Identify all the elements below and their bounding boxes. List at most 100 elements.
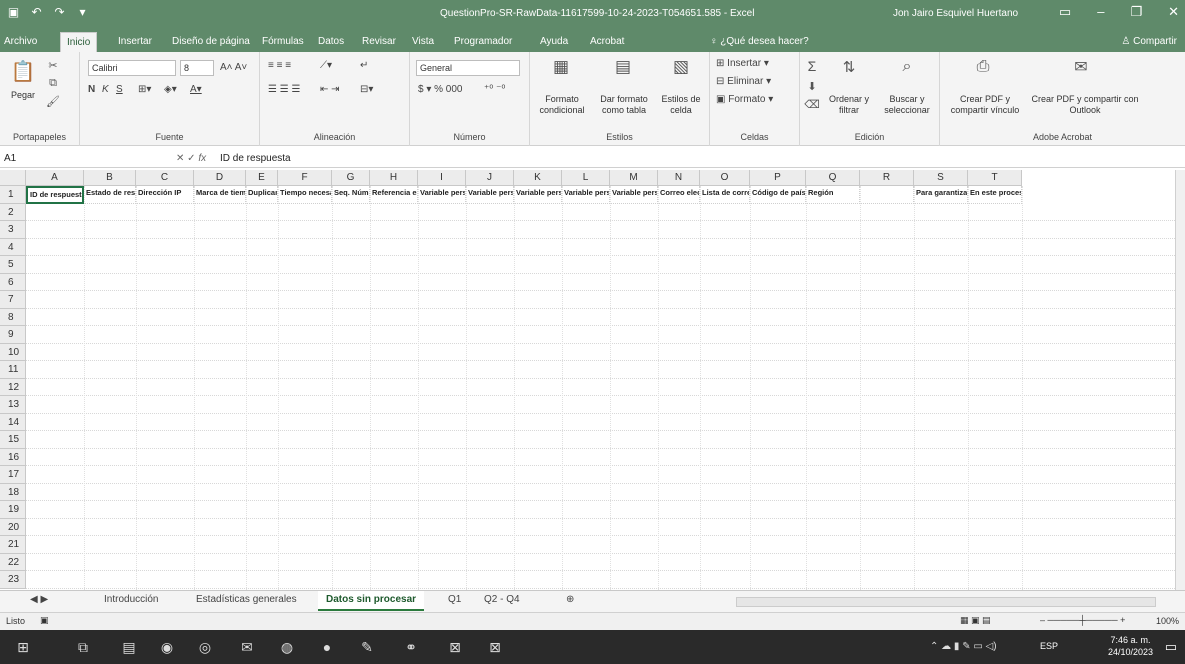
sheet-nav-icon[interactable]: ◀ ▶ [30,594,48,605]
tab-diseno[interactable]: Diseño de página [172,36,250,47]
edge-icon[interactable]: ◉ [156,637,178,657]
search-icon[interactable]: ⌕ [896,56,918,78]
language-indicator[interactable]: ESP [1040,641,1058,651]
row-header[interactable]: 6 [0,273,26,291]
row-header[interactable]: 22 [0,553,26,571]
row-header[interactable]: 11 [0,361,26,379]
borders-icon[interactable]: ⊞▾ [138,84,151,95]
column-header[interactable]: P [750,170,806,186]
row-header[interactable]: 15 [0,431,26,449]
italic-icon[interactable]: K [102,84,109,95]
row-header[interactable]: 7 [0,291,26,309]
sheet-tab-estadisticas[interactable]: Estadísticas generales [196,594,297,605]
sheet-tab-datos[interactable]: Datos sin procesar [318,591,425,611]
pdf-icon[interactable]: ⎙ [972,56,994,78]
currency-icon[interactable]: $ ▾ % 000 [418,84,463,95]
excel-icon-1[interactable]: ⊠ [444,637,466,657]
header-cell[interactable]: Variable personalizada [610,186,658,204]
wrap-text-icon[interactable]: ↵ [360,60,368,71]
column-header[interactable]: D [194,170,246,186]
tab-inicio[interactable]: Inicio [60,32,98,52]
number-format-select[interactable]: General [416,60,520,76]
vertical-scrollbar[interactable] [1175,170,1185,590]
format-table-label[interactable]: Dar formato como tabla [592,94,656,116]
autosum-icon[interactable]: Σ [804,58,820,74]
tab-formulas[interactable]: Fórmulas [262,36,304,47]
windows-start-icon[interactable]: ⊞ [12,637,34,657]
column-header[interactable]: A [26,170,84,186]
name-box[interactable]: A1 [4,153,94,164]
sort-filter-label[interactable]: Ordenar y filtrar [824,94,874,116]
row-header[interactable]: 1 [0,186,26,204]
row-header[interactable]: 18 [0,483,26,501]
row-header[interactable]: 23 [0,571,26,589]
row-header[interactable]: 14 [0,413,26,431]
row-header[interactable]: 8 [0,308,26,326]
maximize-icon[interactable]: ❐ [1130,4,1142,20]
font-size-select[interactable]: 8 [180,60,214,76]
tab-archivo[interactable]: Archivo [4,36,37,47]
decimal-icon[interactable]: ⁺⁰ ⁻⁰ [484,84,505,95]
merge-icon[interactable]: ⊟▾ [360,84,373,95]
insert-button[interactable]: ⊞ Insertar ▾ [716,58,769,69]
column-header[interactable]: Q [806,170,860,186]
underline-icon[interactable]: S [116,84,123,95]
tab-revisar[interactable]: Revisar [362,36,396,47]
header-cell[interactable]: Lista de correo [700,186,750,204]
conditional-format-label[interactable]: Formato condicional [532,94,592,116]
tray-icons[interactable]: ⌃ ☁ ▮ ✎ ▭ ◁) [930,641,997,652]
indent-icon[interactable]: ⇤ ⇥ [320,84,340,95]
header-cell[interactable]: Para garantizar [914,186,968,204]
column-header[interactable]: F [278,170,332,186]
header-cell[interactable]: Referencia externa [370,186,418,204]
zoom-slider[interactable]: – ─────┼───── + [1040,615,1125,625]
header-cell[interactable]: Código de país [750,186,806,204]
row-header[interactable]: 20 [0,518,26,536]
row-header[interactable]: 3 [0,221,26,239]
add-sheet-icon[interactable]: ⊕ [566,594,574,605]
cell-styles-label[interactable]: Estilos de celda [656,94,706,116]
tab-programador[interactable]: Programador [454,36,512,47]
font-color-icon[interactable]: A▾ [190,84,202,95]
column-header[interactable]: N [658,170,700,186]
column-header[interactable]: I [418,170,466,186]
row-header[interactable]: 4 [0,238,26,256]
cell-styles-icon[interactable]: ▧ [670,56,692,78]
column-header[interactable]: S [914,170,968,186]
paste-label[interactable]: Pegar [6,90,40,101]
orientation-icon[interactable]: ⟋▾ [320,60,332,71]
task-view-icon[interactable]: ⧉ [72,637,94,657]
formula-input[interactable]: ID de respuesta [220,153,291,164]
ribbon-display-icon[interactable]: ▭ [1059,4,1071,20]
column-header[interactable]: R [860,170,914,186]
pdf-link-label[interactable]: Crear PDF y compartir vínculo [944,94,1026,116]
row-header[interactable]: 13 [0,396,26,414]
header-cell[interactable] [860,186,914,204]
notes-icon[interactable]: ✎ [356,637,378,657]
clear-icon[interactable]: ⌫ [804,96,820,112]
column-header[interactable]: T [968,170,1022,186]
column-header[interactable]: K [514,170,562,186]
header-cell[interactable]: Variable personalizada [466,186,514,204]
copy-icon[interactable]: ⧉ [46,76,60,90]
format-table-icon[interactable]: ▤ [612,56,634,78]
minimize-icon[interactable]: – [1097,4,1104,20]
header-cell[interactable]: En este proceso [968,186,1022,204]
header-cell[interactable]: Variable personalizada [562,186,610,204]
sheet-tab-introduccion[interactable]: Introducción [104,594,158,605]
header-cell[interactable]: Tiempo necesario [278,186,332,204]
file-explorer-icon[interactable]: ▤ [118,637,140,657]
column-header[interactable]: L [562,170,610,186]
app-icon[interactable]: ◍ [276,637,298,657]
tab-insertar[interactable]: Insertar [118,36,152,47]
sort-filter-icon[interactable]: ⇅ [838,56,860,78]
pdf-outlook-icon[interactable]: ✉ [1070,56,1092,78]
sheet-tab-q2-q4[interactable]: Q2 - Q4 [484,594,520,605]
worksheet-grid[interactable]: A B C D E F G H I J K L M N O P Q R S T 1 ID de respuesta Esta… [0,170,1175,590]
header-cell[interactable]: Estado de respuesta [84,186,136,204]
header-cell[interactable]: Duplicar [246,186,278,204]
grow-font-icon[interactable]: A˄ A˅ [220,62,247,73]
save-icon[interactable]: ▣ [6,5,21,20]
column-header[interactable]: M [610,170,658,186]
tab-vista[interactable]: Vista [412,36,434,47]
